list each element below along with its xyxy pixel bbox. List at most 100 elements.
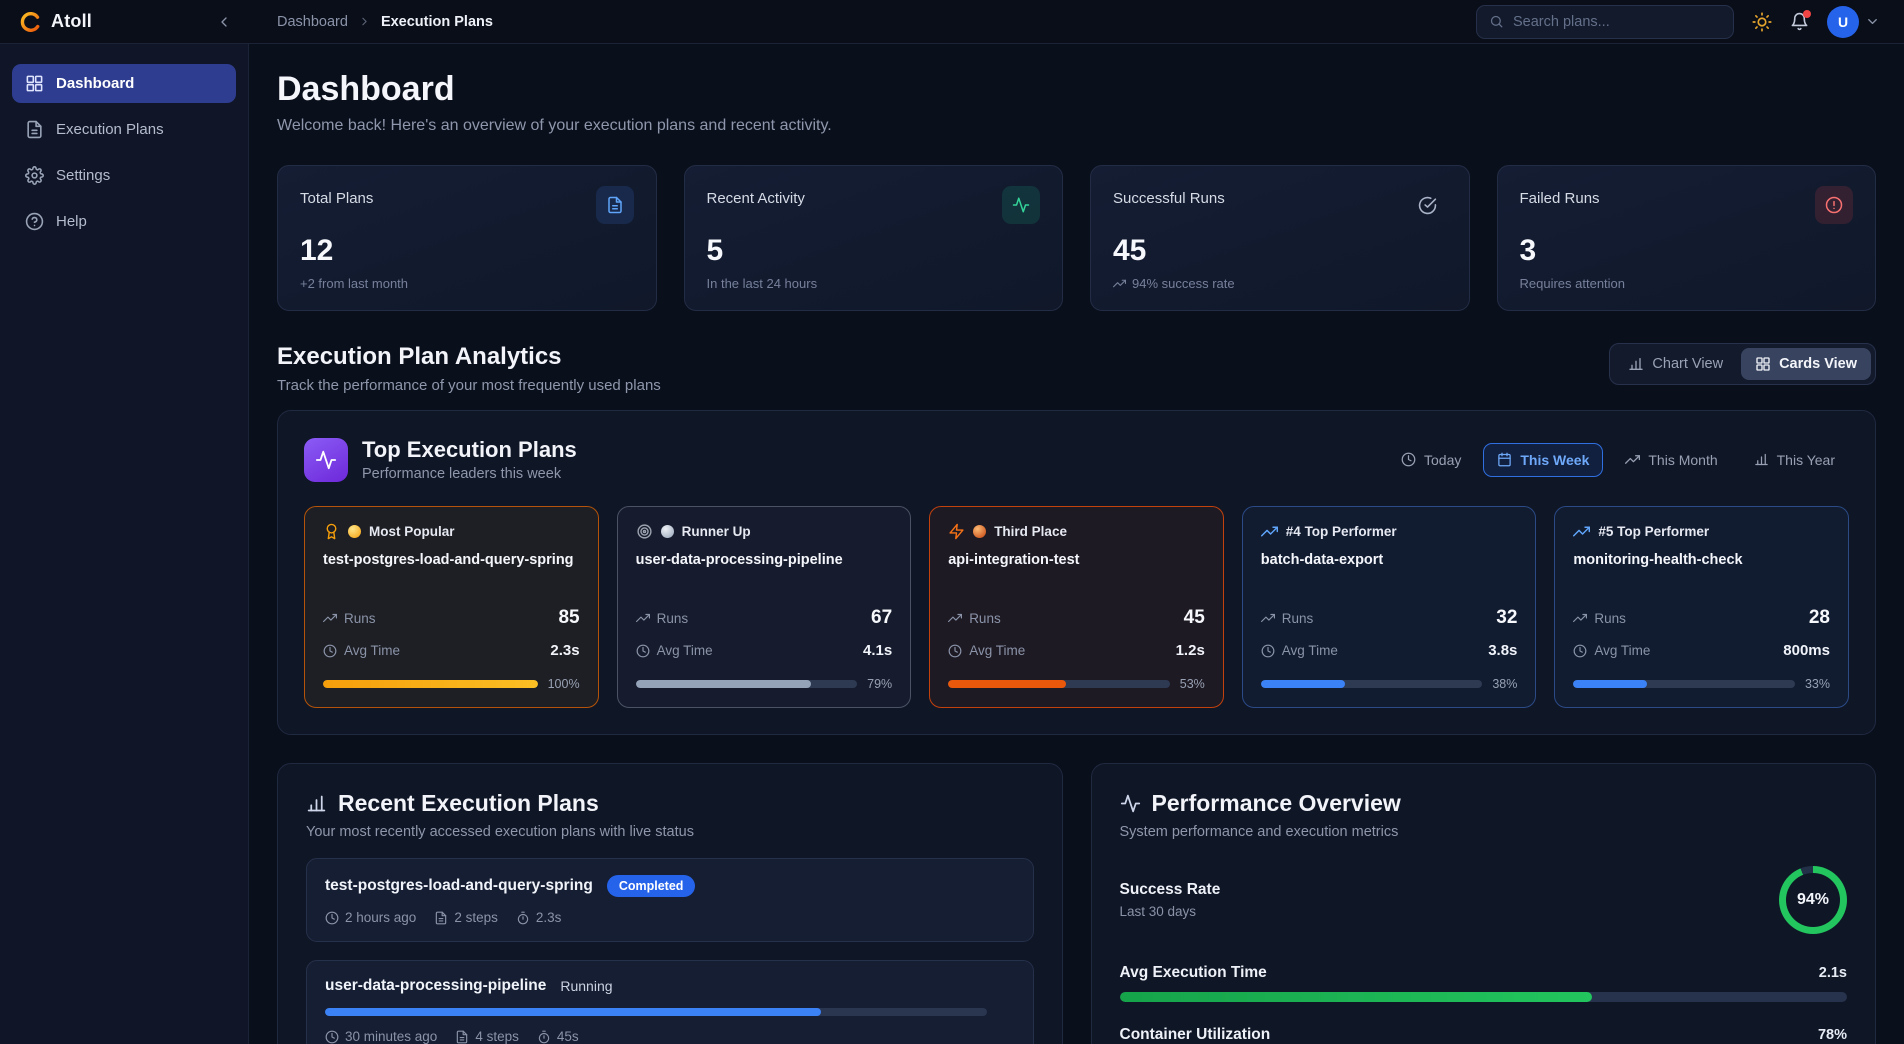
avg-time-label: Avg Time	[969, 643, 1025, 658]
filter-label: This Year	[1777, 452, 1835, 468]
bar-chart-icon	[1754, 452, 1769, 467]
stat-value: 5	[707, 234, 1041, 268]
filter-today-button[interactable]: Today	[1387, 443, 1475, 477]
metric-value: 78%	[1818, 1027, 1847, 1043]
silver-medal-icon	[661, 525, 674, 538]
runs-label: Runs	[344, 611, 376, 626]
sidebar-item-dashboard[interactable]: Dashboard	[12, 64, 236, 103]
atoll-logo-icon	[18, 10, 42, 34]
plan-badge: Third Place	[994, 524, 1067, 539]
runs-value: 85	[558, 607, 579, 629]
gear-icon	[25, 166, 44, 185]
filter-this-month-button[interactable]: This Month	[1611, 443, 1731, 477]
grid-icon	[1755, 356, 1771, 372]
bronze-medal-icon	[973, 525, 986, 538]
search-input[interactable]	[1513, 14, 1721, 30]
chart-view-button[interactable]: Chart View	[1614, 348, 1737, 380]
bottom-grid: Recent Execution Plans Your most recentl…	[277, 763, 1876, 1044]
sidebar-item-help[interactable]: Help	[12, 202, 236, 241]
trending-up-icon	[1261, 611, 1275, 625]
view-toggle: Chart View Cards View	[1609, 343, 1876, 385]
plan-card-5[interactable]: #5 Top Performer monitoring-health-check…	[1554, 506, 1849, 708]
progress-fill	[636, 680, 811, 688]
clock-icon	[948, 644, 962, 658]
filter-label: Today	[1424, 452, 1461, 468]
sidebar-item-label: Dashboard	[56, 75, 134, 92]
shell: Dashboard Execution Plans Settings Help …	[0, 44, 1904, 1044]
plan-card-most-popular[interactable]: Most Popular test-postgres-load-and-quer…	[304, 506, 599, 708]
trending-up-icon	[1113, 277, 1126, 290]
progress-percent: 79%	[867, 677, 892, 691]
plan-card-third-place[interactable]: Third Place api-integration-test Runs 45…	[929, 506, 1224, 708]
analytics-header: Execution Plan Analytics Track the perfo…	[277, 343, 1876, 394]
success-rate-value: 94%	[1797, 891, 1829, 909]
help-circle-icon	[25, 212, 44, 231]
recent-plan-name: test-postgres-load-and-query-spring	[325, 877, 593, 895]
progress-track	[636, 680, 858, 688]
trending-up-icon	[948, 611, 962, 625]
success-rate-ring: 94%	[1779, 866, 1847, 934]
app-root: Atoll Dashboard Execution Plans	[0, 0, 1904, 1044]
plan-cards: Most Popular test-postgres-load-and-quer…	[304, 506, 1849, 708]
stat-label: Failed Runs	[1520, 186, 1600, 207]
metric-label: Container Utilization	[1120, 1026, 1271, 1044]
notifications-button[interactable]	[1790, 12, 1809, 31]
topbar-actions: U	[1476, 5, 1904, 39]
search-icon	[1489, 14, 1504, 29]
activity-icon	[1120, 793, 1141, 814]
trending-up-icon	[323, 611, 337, 625]
breadcrumb-parent[interactable]: Dashboard	[277, 14, 348, 30]
filter-label: This Week	[1520, 452, 1589, 468]
stat-card-successful-runs: Successful Runs 45 94% success rate	[1090, 165, 1470, 311]
plan-card-4[interactable]: #4 Top Performer batch-data-export Runs …	[1242, 506, 1537, 708]
avg-time-value: 3.8s	[1488, 642, 1517, 659]
main-content: Dashboard Welcome back! Here's an overvi…	[249, 44, 1904, 1044]
brand-zone: Atoll	[0, 9, 249, 35]
stat-sub: In the last 24 hours	[707, 276, 818, 291]
avg-time-value: 800ms	[1783, 642, 1830, 659]
recent-plan-steps: 2 steps	[454, 910, 498, 925]
top-plans-subtitle: Performance leaders this week	[362, 466, 577, 482]
plan-name: user-data-processing-pipeline	[636, 550, 893, 594]
stats-row: Total Plans 12 +2 from last month Recent…	[277, 165, 1876, 311]
progress-fill	[1261, 680, 1345, 688]
avg-time-value: 2.3s	[550, 642, 579, 659]
progress-percent: 38%	[1492, 677, 1517, 691]
metric-sublabel: Last 30 days	[1120, 904, 1221, 919]
success-rate-row: Success Rate Last 30 days 94%	[1120, 866, 1848, 934]
progress-track	[1120, 992, 1848, 1002]
sidebar-item-execution-plans[interactable]: Execution Plans	[12, 110, 236, 149]
progress-fill	[325, 1008, 821, 1016]
filter-this-year-button[interactable]: This Year	[1740, 443, 1849, 477]
filter-this-week-button[interactable]: This Week	[1483, 443, 1603, 477]
filter-label: This Month	[1648, 452, 1717, 468]
stat-value: 12	[300, 234, 634, 268]
user-menu[interactable]: U	[1827, 6, 1880, 38]
analytics-title: Execution Plan Analytics	[277, 343, 661, 371]
status-badge: Completed	[607, 875, 696, 897]
recent-plan-steps: 4 steps	[475, 1029, 519, 1044]
cards-view-button[interactable]: Cards View	[1741, 348, 1871, 380]
progress-track	[1573, 680, 1795, 688]
theme-toggle-button[interactable]	[1752, 12, 1772, 32]
plan-card-runner-up[interactable]: Runner Up user-data-processing-pipeline …	[617, 506, 912, 708]
trending-up-icon	[1573, 611, 1587, 625]
recent-plans-subtitle: Your most recently accessed execution pl…	[306, 824, 1034, 840]
avatar[interactable]: U	[1827, 6, 1859, 38]
stat-value: 3	[1520, 234, 1854, 268]
file-text-icon	[434, 911, 448, 925]
bar-chart-icon	[306, 793, 327, 814]
recent-plan-item[interactable]: test-postgres-load-and-query-spring Comp…	[306, 858, 1034, 942]
chevron-left-icon	[216, 14, 232, 30]
performance-title: Performance Overview	[1152, 790, 1401, 817]
recent-plan-item[interactable]: user-data-processing-pipeline Running 30…	[306, 960, 1034, 1044]
grid-icon	[25, 74, 44, 93]
sidebar-item-settings[interactable]: Settings	[12, 156, 236, 195]
plan-name: monitoring-health-check	[1573, 550, 1830, 594]
plan-badge: Most Popular	[369, 524, 455, 539]
sidebar-collapse-button[interactable]	[211, 9, 237, 35]
stat-label: Successful Runs	[1113, 186, 1225, 207]
timer-icon	[537, 1030, 551, 1044]
stat-sub: Requires attention	[1520, 276, 1626, 291]
chart-view-label: Chart View	[1652, 356, 1723, 372]
